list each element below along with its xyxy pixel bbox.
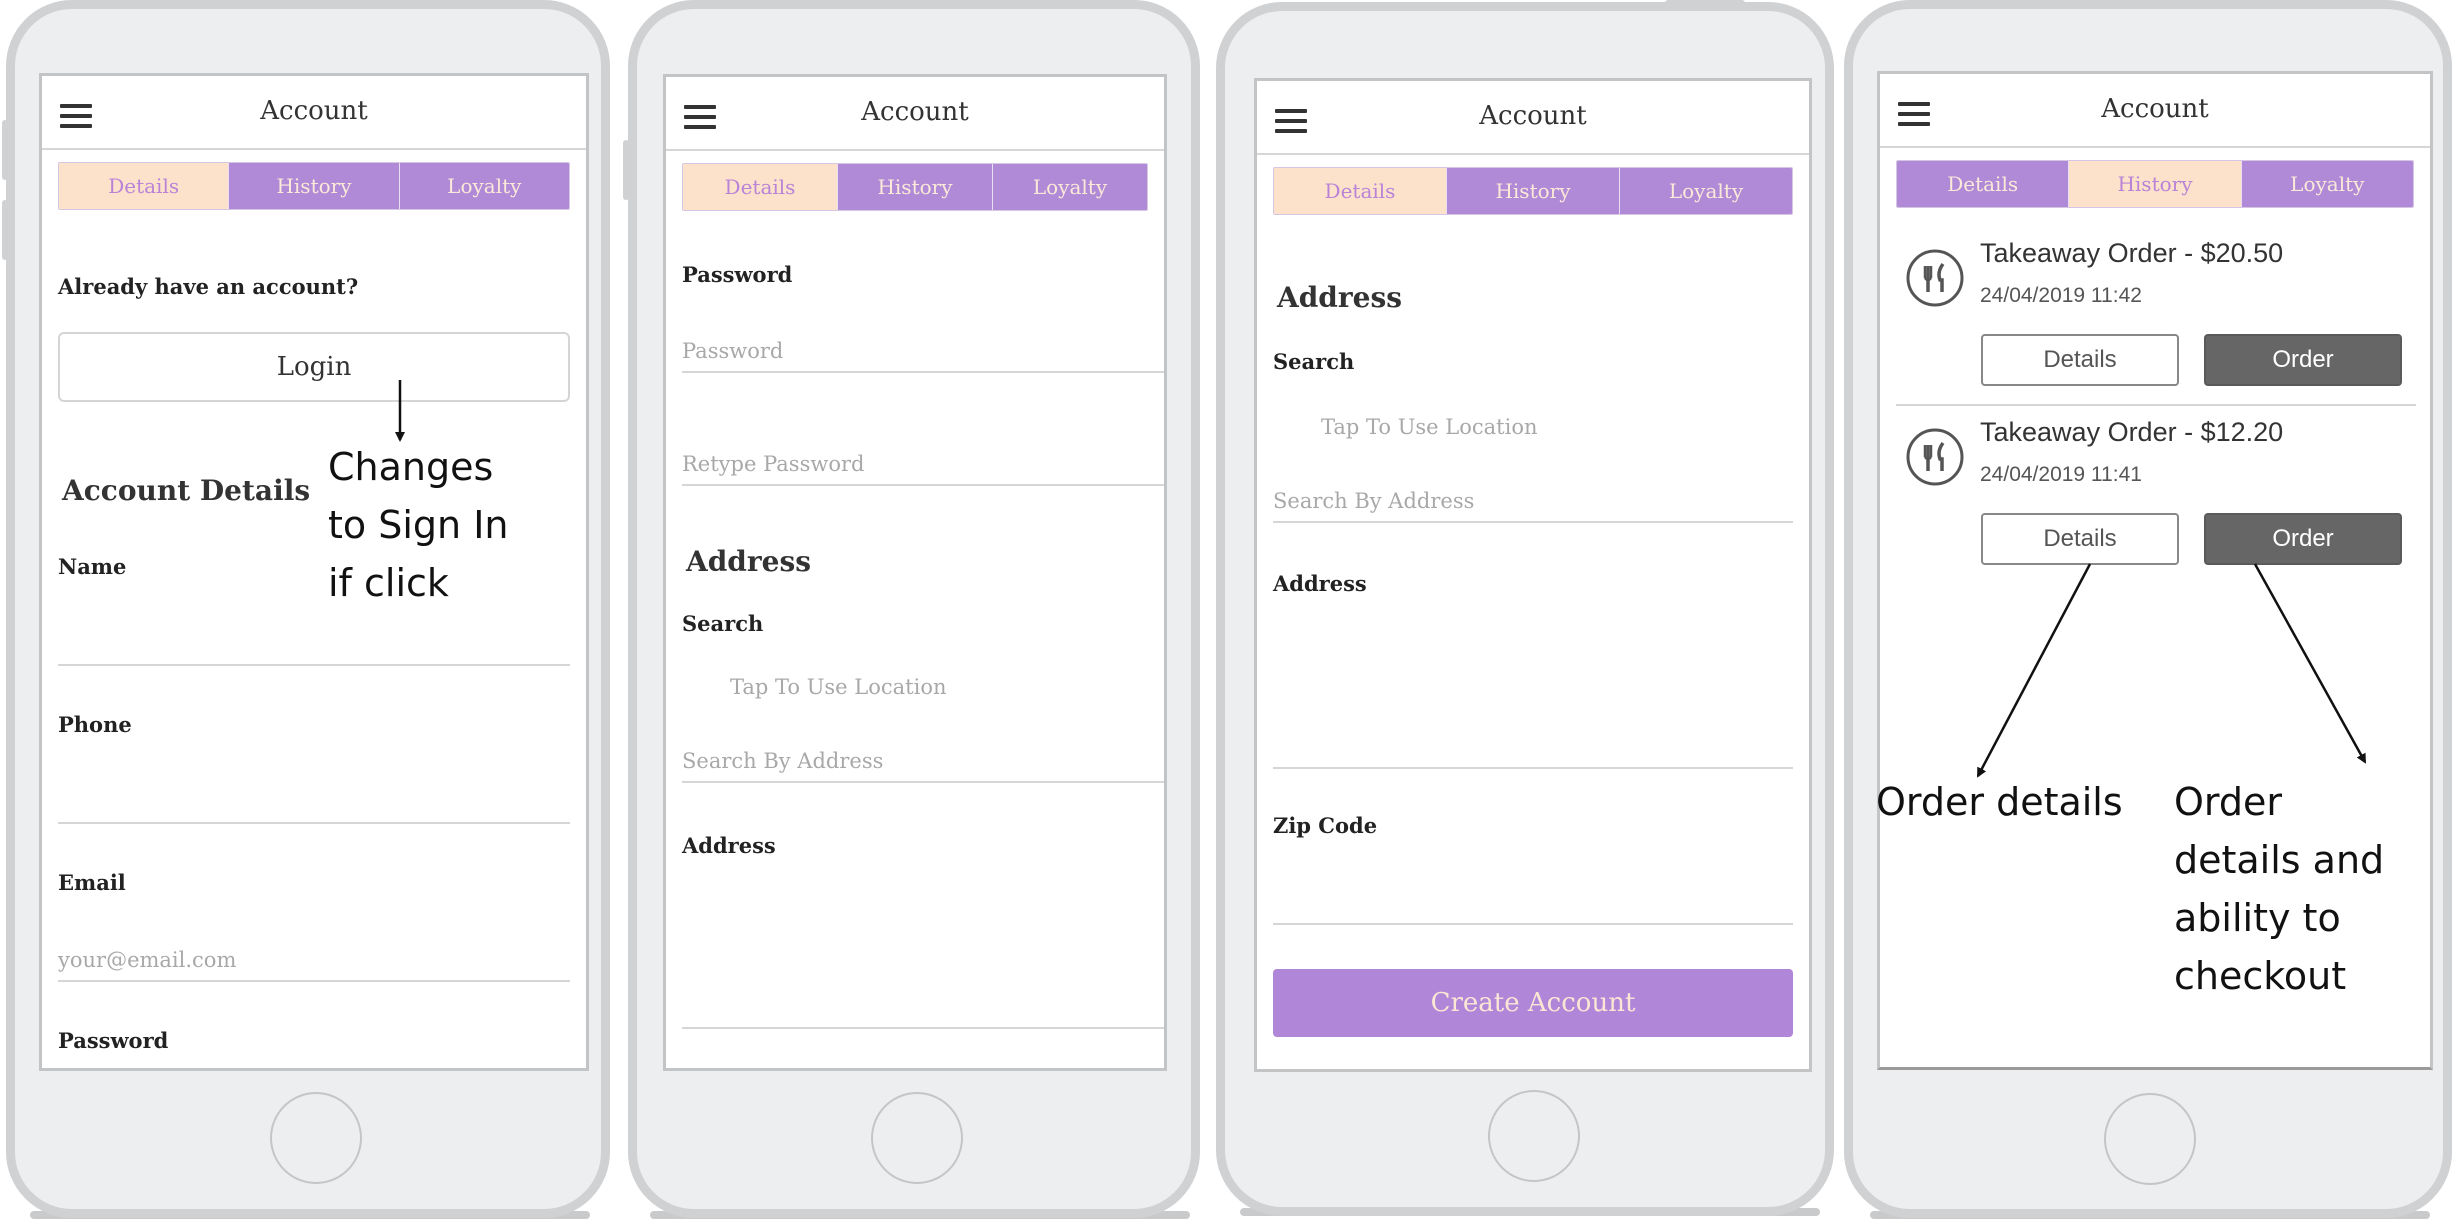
home-button [270,1092,362,1184]
phone-label: Phone [58,712,132,737]
tab-bar: Details History Loyalty [1273,167,1793,215]
tab-loyalty[interactable]: Loyalty [992,164,1147,210]
password-field[interactable]: Password [682,339,783,363]
address-label: Address [1273,571,1367,596]
phone-field[interactable] [58,822,570,824]
create-account-button[interactable]: Create Account [1273,969,1793,1037]
tab-details[interactable]: Details [683,164,837,210]
tap-to-use-location-button[interactable]: Tap To Use Location [730,675,946,699]
tab-loyalty[interactable]: Loyalty [1619,168,1792,214]
phone-frame-3: Account Details History Loyalty Address … [1216,2,1834,1216]
app-header: Account [666,77,1164,151]
tap-to-use-location-button[interactable]: Tap To Use Location [1321,415,1537,439]
app-header: Account [1257,81,1809,155]
tab-loyalty[interactable]: Loyalty [2240,161,2413,207]
page-title: Account [1479,101,1587,131]
fork-knife-icon [1906,249,1964,307]
phone-screen-2: Account Details History Loyalty Password… [663,74,1167,1071]
search-label: Search [1273,349,1355,374]
password-label: Password [682,262,793,287]
password-label: Password [58,1028,169,1053]
name-label: Name [58,554,127,579]
address-heading: Address [1277,281,1402,314]
home-button [871,1092,963,1184]
order-details-annotation: Order details [1876,780,2123,824]
email-underline [58,980,570,982]
order-details-button[interactable]: Details [1981,513,2179,565]
tab-bar: Details History Loyalty [58,162,570,210]
order-date: 24/04/2019 11:41 [1980,463,2142,486]
address-heading: Address [686,545,811,578]
tab-bar: Details History Loyalty [682,163,1148,211]
search-label: Search [682,611,764,636]
phone-frame-4: Account Details History Loyalty Takeaway… [1844,0,2452,1218]
email-label: Email [58,870,126,895]
page-title: Account [260,96,368,126]
address-label: Address [682,833,776,858]
search-by-address-field[interactable]: Search By Address [682,749,883,773]
tab-details[interactable]: Details [1897,161,2069,207]
home-button [1488,1090,1580,1182]
order-button[interactable]: Order [2204,513,2402,565]
page-title: Account [2101,94,2209,124]
app-header: Account [1880,74,2430,148]
order-title: Takeaway Order - $12.20 [1980,417,2284,447]
search-address-underline [1273,521,1793,523]
home-button [2104,1093,2196,1185]
phone-frame-2: Account Details History Loyalty Password… [628,0,1200,1218]
account-details-heading: Account Details [62,474,311,507]
page-title: Account [861,97,969,127]
tab-details[interactable]: Details [59,163,229,209]
email-field[interactable]: your@email.com [58,948,236,972]
tab-history[interactable]: History [2068,161,2241,207]
password-underline [682,371,1164,373]
phone-screen-3: Account Details History Loyalty Address … [1254,78,1812,1072]
order-checkout-annotation: Order details and ability to checkout [2174,780,2385,998]
tab-details[interactable]: Details [1274,168,1446,214]
order-date: 24/04/2019 11:42 [1980,284,2142,307]
fork-knife-icon [1906,428,1964,486]
already-have-account-text: Already have an account? [58,274,359,299]
login-button[interactable]: Login [58,332,570,402]
zip-code-field[interactable] [1273,923,1793,925]
app-header: Account [42,76,586,150]
search-by-address-field[interactable]: Search By Address [1273,489,1474,513]
order-button[interactable]: Order [2204,334,2402,386]
order-title: Takeaway Order - $20.50 [1980,238,2284,268]
order-details-button[interactable]: Details [1981,334,2179,386]
zip-code-label: Zip Code [1273,813,1378,838]
order-divider [1896,404,2416,406]
address-field[interactable] [1273,767,1793,769]
name-field[interactable] [58,664,570,666]
tab-history[interactable]: History [1446,168,1619,214]
phone-frame-1: Account Details History Loyalty Already … [6,0,610,1218]
address-field[interactable] [682,1027,1164,1029]
tab-history[interactable]: History [228,163,399,209]
tab-bar: Details History Loyalty [1896,160,2414,208]
login-annotation: Changes to Sign In if click [328,445,509,605]
tab-loyalty[interactable]: Loyalty [398,163,569,209]
retype-password-underline [682,484,1164,486]
tab-history[interactable]: History [837,164,992,210]
search-address-underline [682,781,1164,783]
retype-password-field[interactable]: Retype Password [682,452,864,476]
